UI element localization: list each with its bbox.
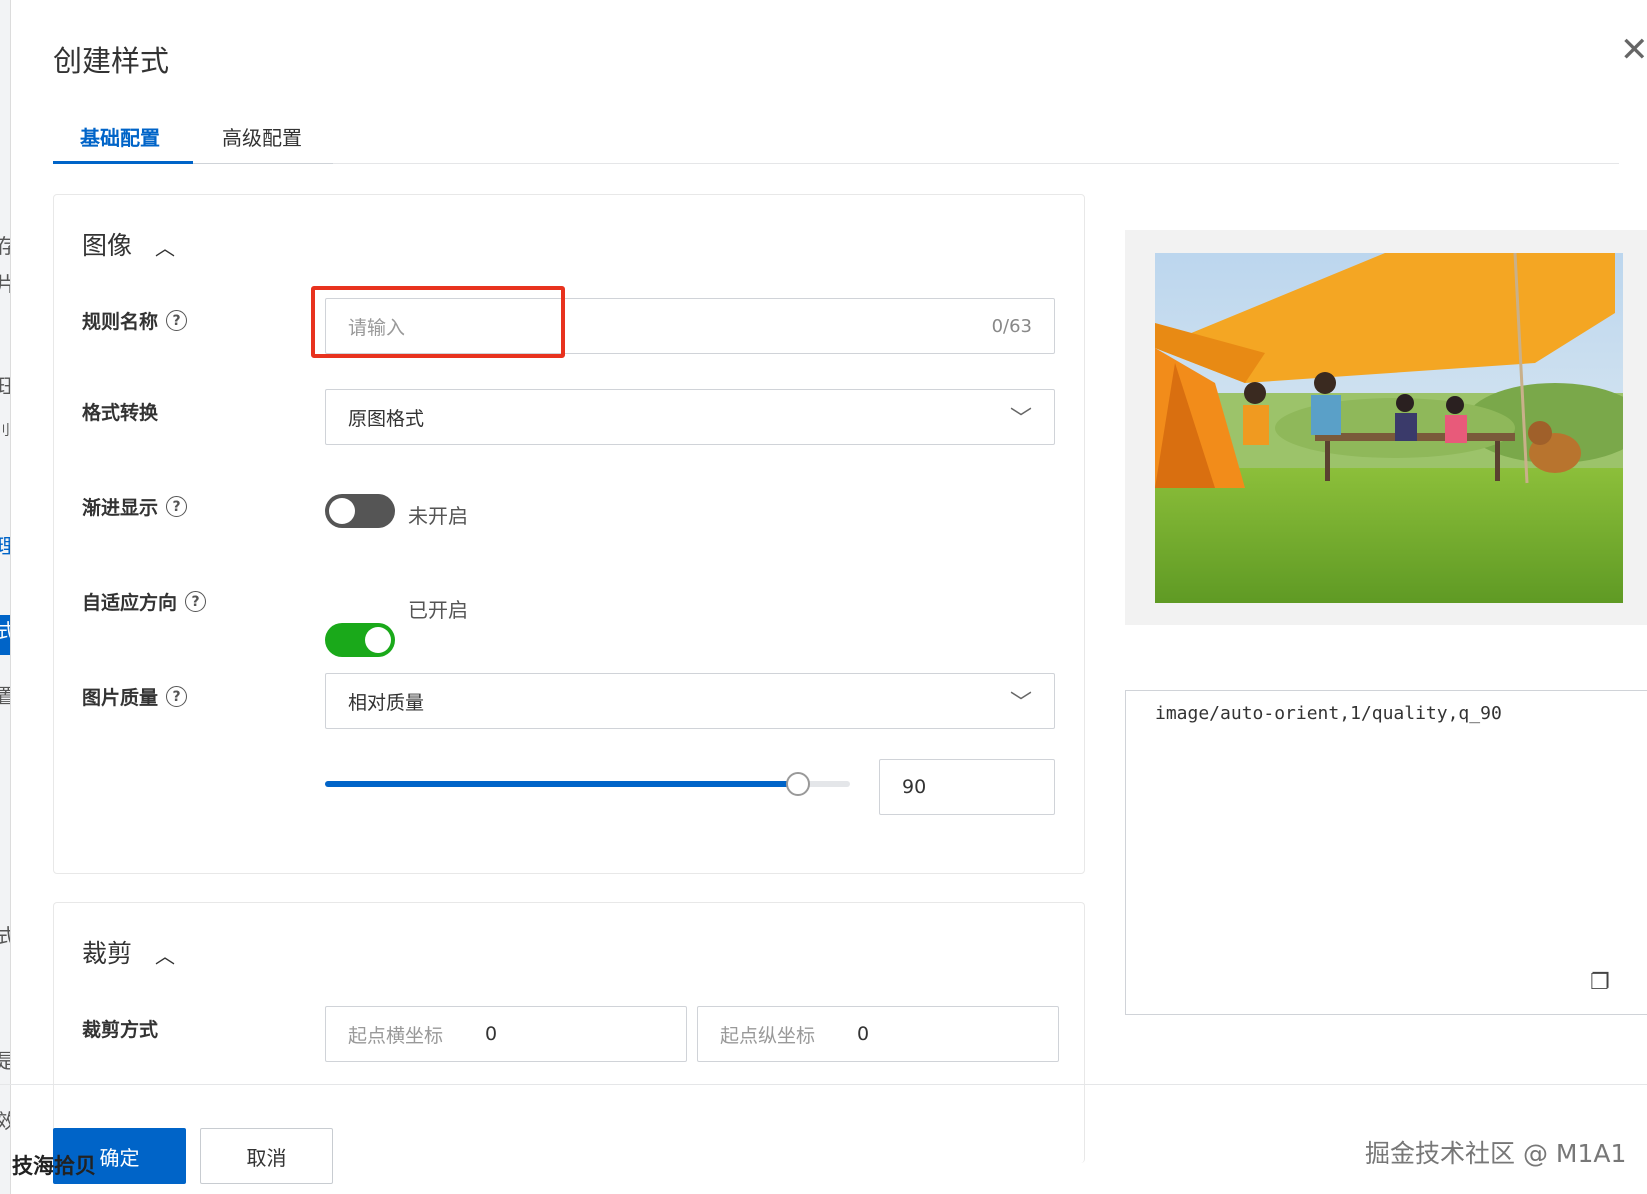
sidebar-fragment: 式 [0,920,10,949]
format-label: 格式转换 [82,398,158,425]
sidebar-fragment: 效 [0,1105,10,1134]
help-icon[interactable]: ? [166,496,188,517]
start-y-input[interactable]: 起点纵坐标 0 [697,1006,1059,1062]
cancel-button[interactable]: 取消 [200,1128,333,1184]
watermark-left: 技海拾贝 [12,1154,96,1178]
sidebar-fragment: 是 [0,1045,10,1074]
crop-section-title: 裁剪 [82,939,133,968]
help-icon[interactable]: ? [185,591,207,612]
sidebar-fragment: 片 [0,268,10,297]
start-y-value: 0 [857,1023,870,1045]
sidebar-fragment: 玨 [0,370,10,399]
tab-advanced-config[interactable]: 高级配置 [222,122,302,151]
sidebar-fragment: 存 [0,230,10,259]
format-select[interactable]: 原图格式 ﹀ [325,389,1055,445]
highlight-box [311,286,565,358]
progressive-label: 渐进显示 ? [82,493,188,520]
copy-icon[interactable]: ❐ [1590,970,1610,995]
sidebar-fragment: 式 [0,615,10,655]
format-select-value: 原图格式 [348,407,425,430]
help-icon[interactable]: ? [166,310,188,331]
close-icon[interactable]: ✕ [1620,30,1647,70]
quality-select[interactable]: 相对质量 ﹀ [325,673,1055,729]
auto-orient-toggle[interactable] [325,623,395,657]
crop-mode-label-text: 裁剪方式 [82,1019,159,1041]
rule-name-label: 规则名称 ? [82,307,188,334]
quality-select-value: 相对质量 [348,691,425,714]
help-icon[interactable]: ? [166,686,188,707]
sidebar-fragment: 置 [0,680,10,709]
quality-slider-fill [325,781,798,787]
chevron-down-icon: ﹀ [1009,407,1032,432]
tab-inactive-underline [193,163,333,164]
quality-slider-track[interactable] [325,781,850,787]
crop-mode-label: 裁剪方式 [82,1015,158,1042]
rule-name-label-text: 规则名称 [82,311,159,333]
chevron-up-icon[interactable]: ︿ [155,232,175,261]
toggle-knob [365,627,391,653]
dialog-title: 创建样式 [53,44,170,78]
auto-orient-label-text: 自适应方向 [82,592,178,614]
auto-orient-state: 已开启 [408,598,468,622]
watermark-right: 掘金技术社区 @ M1A1 [1365,1139,1627,1168]
start-x-input[interactable]: 起点横坐标 0 [325,1006,687,1062]
start-y-label: 起点纵坐标 [720,1024,816,1047]
progressive-label-text: 渐进显示 [82,497,159,519]
rule-name-counter: 0/63 [991,315,1032,337]
chevron-down-icon: ﹀ [1009,691,1032,716]
preview-photo [1155,253,1623,603]
quality-slider-thumb[interactable] [785,772,810,796]
style-code-box[interactable] [1125,690,1647,1015]
sidebar-fragment: 刂 [0,423,10,439]
quality-number-input[interactable]: 90 [879,759,1055,815]
progressive-toggle[interactable] [325,494,395,528]
toggle-knob [329,498,355,524]
image-section-title: 图像 [82,231,133,260]
style-code-text[interactable]: image/auto-orient,1/quality,q_90 [1155,703,1502,724]
sidebar-fragment: 理 [0,530,10,559]
format-label-text: 格式转换 [82,402,159,424]
start-x-label: 起点横坐标 [348,1024,444,1047]
auto-orient-label: 自适应方向 ? [82,588,207,615]
chevron-up-icon[interactable]: ︿ [155,940,175,969]
active-tab-indicator [53,161,193,164]
tab-basic-config[interactable]: 基础配置 [80,122,160,151]
progressive-state: 未开启 [408,504,468,528]
footer-divider [0,1084,1647,1085]
quality-label: 图片质量 ? [82,683,188,710]
preview-image [1155,253,1623,603]
start-x-value: 0 [485,1023,498,1045]
background-sidebar: 存 片 玨 刂 理 式 置 式 是 效 [0,0,11,1194]
quality-number-value: 90 [902,776,927,798]
quality-label-text: 图片质量 [82,687,159,709]
